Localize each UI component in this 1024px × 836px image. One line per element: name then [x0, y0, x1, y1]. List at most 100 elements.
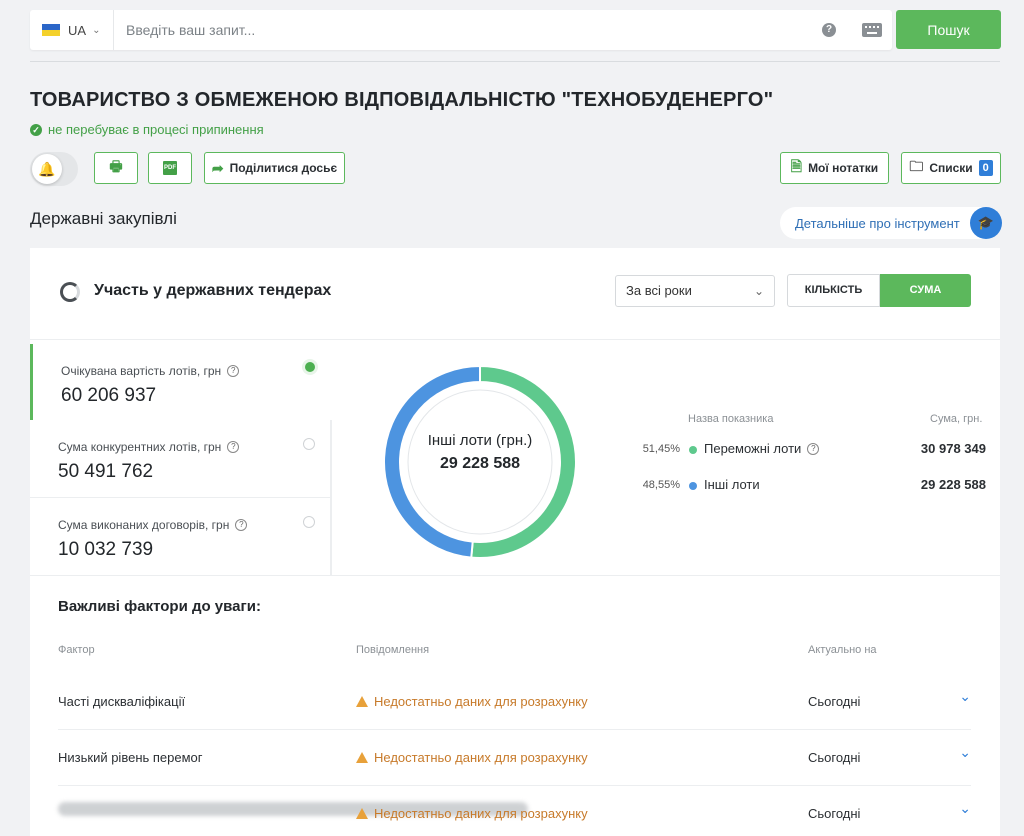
factor-date: Сьогодні — [808, 806, 861, 821]
legend-row-other: 48,55% Інші лоти 29 228 588 — [630, 477, 990, 497]
lists-count-badge: 0 — [978, 160, 993, 176]
question-icon[interactable]: ? — [227, 365, 240, 377]
pdf-button[interactable]: PDF — [148, 152, 192, 184]
metric-label: Очікувана вартість лотів, грн ? — [61, 364, 240, 378]
metric-completed-contracts[interactable]: Сума виконаних договорів, грн ? 10 032 7… — [30, 498, 332, 576]
note-icon: 🗎 — [790, 158, 803, 174]
metric-label: Сума конкурентних лотів, грн ? — [58, 440, 240, 454]
factor-date: Сьогодні — [808, 694, 861, 709]
card-title: Участь у державних тендерах — [94, 282, 332, 299]
factor-date: Сьогодні — [808, 750, 861, 765]
print-button[interactable]: 🖶 — [94, 152, 138, 184]
question-icon[interactable]: ? — [807, 442, 820, 455]
legend-name: Переможні лоти ? — [704, 441, 820, 456]
share-icon: ➦ — [211, 159, 224, 176]
column-header-date: Актуально на — [808, 644, 877, 656]
chart-ring-icon — [60, 282, 80, 302]
chevron-down-icon: ⌄ — [92, 24, 101, 36]
my-notes-button[interactable]: 🗎 Мої нотатки — [780, 152, 889, 184]
search-box: UA ⌄ ? — [30, 10, 892, 50]
language-selector[interactable]: UA ⌄ — [30, 10, 114, 50]
factor-row[interactable]: Недостатньо даних для розрахунку Сьогодн… — [58, 786, 971, 836]
keyboard-icon[interactable] — [862, 23, 882, 37]
factor-message: Недостатньо даних для розрахунку — [356, 694, 588, 709]
warning-icon — [356, 696, 368, 707]
year-select-value: За всі роки — [626, 283, 692, 298]
metric-value: 10 032 739 — [58, 539, 154, 560]
donut-center-value: 29 228 588 — [439, 455, 521, 472]
column-header-message: Повідомлення — [356, 644, 430, 656]
metric-label-text: Сума виконаних договорів, грн — [58, 518, 230, 532]
more-info-label: Детальніше про інструмент — [795, 215, 960, 231]
warning-icon — [356, 808, 368, 819]
lists-button[interactable]: 🗀 Списки 0 — [901, 152, 1001, 184]
toggle-sum-button[interactable]: СУМА — [880, 274, 971, 307]
top-search-bar: UA ⌄ ? Пошук — [0, 0, 1024, 62]
folder-icon: 🗀 — [909, 158, 924, 174]
warning-icon — [356, 752, 368, 763]
toggle-count-button[interactable]: КІЛЬКІСТЬ — [787, 274, 880, 307]
metric-expected-value[interactable]: Очікувана вартість лотів, грн ? 60 206 9… — [30, 344, 332, 422]
factor-name: Низький рівень перемог — [58, 750, 203, 765]
ukraine-flag-icon — [42, 24, 60, 36]
company-status-text: не перебуває в процесі припинення — [48, 122, 264, 137]
donut-center-label: Інші лоти (грн.) — [427, 432, 533, 449]
factor-row[interactable]: Низький рівень перемог Недостатньо даних… — [58, 730, 971, 786]
more-info-link[interactable]: Детальніше про інструмент 🎓 — [780, 207, 1002, 239]
share-dossier-button[interactable]: ➦ Поділитися досьє — [204, 152, 345, 184]
legend-dot — [689, 482, 697, 490]
metric-value: 50 491 762 — [58, 461, 154, 482]
divider — [30, 61, 1000, 62]
legend-percent: 48,55% — [642, 479, 680, 491]
section-title: Державні закупівлі — [30, 209, 177, 228]
metric-value: 60 206 937 — [61, 385, 157, 406]
factor-message: Недостатньо даних для розрахунку — [356, 806, 588, 821]
help-icon[interactable]: ? — [822, 23, 836, 37]
my-notes-label: Мої нотатки — [808, 161, 879, 175]
factor-row[interactable]: Часті дискваліфікації Недостатньо даних … — [58, 674, 971, 730]
company-title: ТОВАРИСТВО З ОБМЕЖЕНОЮ ВІДПОВІДАЛЬНІСТЮ … — [30, 89, 774, 111]
divider — [30, 575, 1000, 576]
search-button[interactable]: Пошук — [896, 10, 1001, 49]
notification-toggle[interactable]: 🔔 — [30, 152, 78, 186]
check-circle-icon: ✓ — [30, 123, 42, 136]
metric-radio-selected[interactable] — [305, 362, 315, 372]
legend-name-text: Переможні лоти — [704, 441, 802, 456]
pdf-icon: PDF — [163, 161, 177, 175]
printer-icon: 🖶 — [109, 158, 123, 174]
chevron-down-icon[interactable]: ⌄ — [959, 688, 971, 705]
search-input[interactable] — [126, 19, 686, 41]
metric-competitive-lots[interactable]: Сума конкурентних лотів, грн ? 50 491 76… — [30, 420, 332, 498]
year-select[interactable]: За всі роки ⌄ — [615, 275, 775, 307]
share-dossier-label: Поділитися досьє — [229, 161, 338, 175]
graduation-cap-icon: 🎓 — [970, 207, 1002, 239]
question-icon[interactable]: ? — [235, 519, 248, 531]
column-header-factor: Фактор — [58, 644, 95, 656]
donut-chart: Інші лоти (грн.) 29 228 588 — [380, 362, 580, 562]
metric-label-text: Сума конкурентних лотів, грн — [58, 440, 222, 454]
metric-radio[interactable] — [303, 438, 315, 450]
donut-center: Інші лоти (грн.) 29 228 588 — [380, 432, 580, 473]
chevron-down-icon: ⌄ — [753, 284, 764, 298]
legend-name: Інші лоти — [704, 477, 760, 492]
legend-sum: 30 978 349 — [920, 441, 986, 456]
bell-icon: 🔔 — [32, 154, 62, 184]
legend-row-won: 51,45% Переможні лоти ? 30 978 349 — [630, 441, 990, 461]
factors-title: Важливі фактори до уваги: — [58, 598, 261, 615]
factor-name: Часті дискваліфікації — [58, 694, 186, 709]
lists-label: Списки — [929, 161, 973, 175]
question-icon[interactable]: ? — [227, 441, 240, 453]
chevron-down-icon[interactable]: ⌄ — [959, 744, 971, 761]
metric-radio[interactable] — [303, 516, 315, 528]
card-header: Участь у державних тендерах За всі роки … — [30, 248, 1000, 340]
legend-header-sum: Сума, грн. — [930, 413, 983, 425]
language-code: UA — [68, 22, 87, 38]
company-status: ✓ не перебуває в процесі припинення — [30, 122, 264, 137]
factor-message-text: Недостатньо даних для розрахунку — [374, 694, 588, 709]
factor-message-text: Недостатньо даних для розрахунку — [374, 806, 588, 821]
legend-header-name: Назва показника — [688, 413, 774, 425]
metric-label-text: Очікувана вартість лотів, грн — [61, 364, 222, 378]
chevron-down-icon[interactable]: ⌄ — [959, 800, 971, 817]
metric-label: Сума виконаних договорів, грн ? — [58, 518, 248, 532]
legend-sum: 29 228 588 — [920, 477, 986, 492]
